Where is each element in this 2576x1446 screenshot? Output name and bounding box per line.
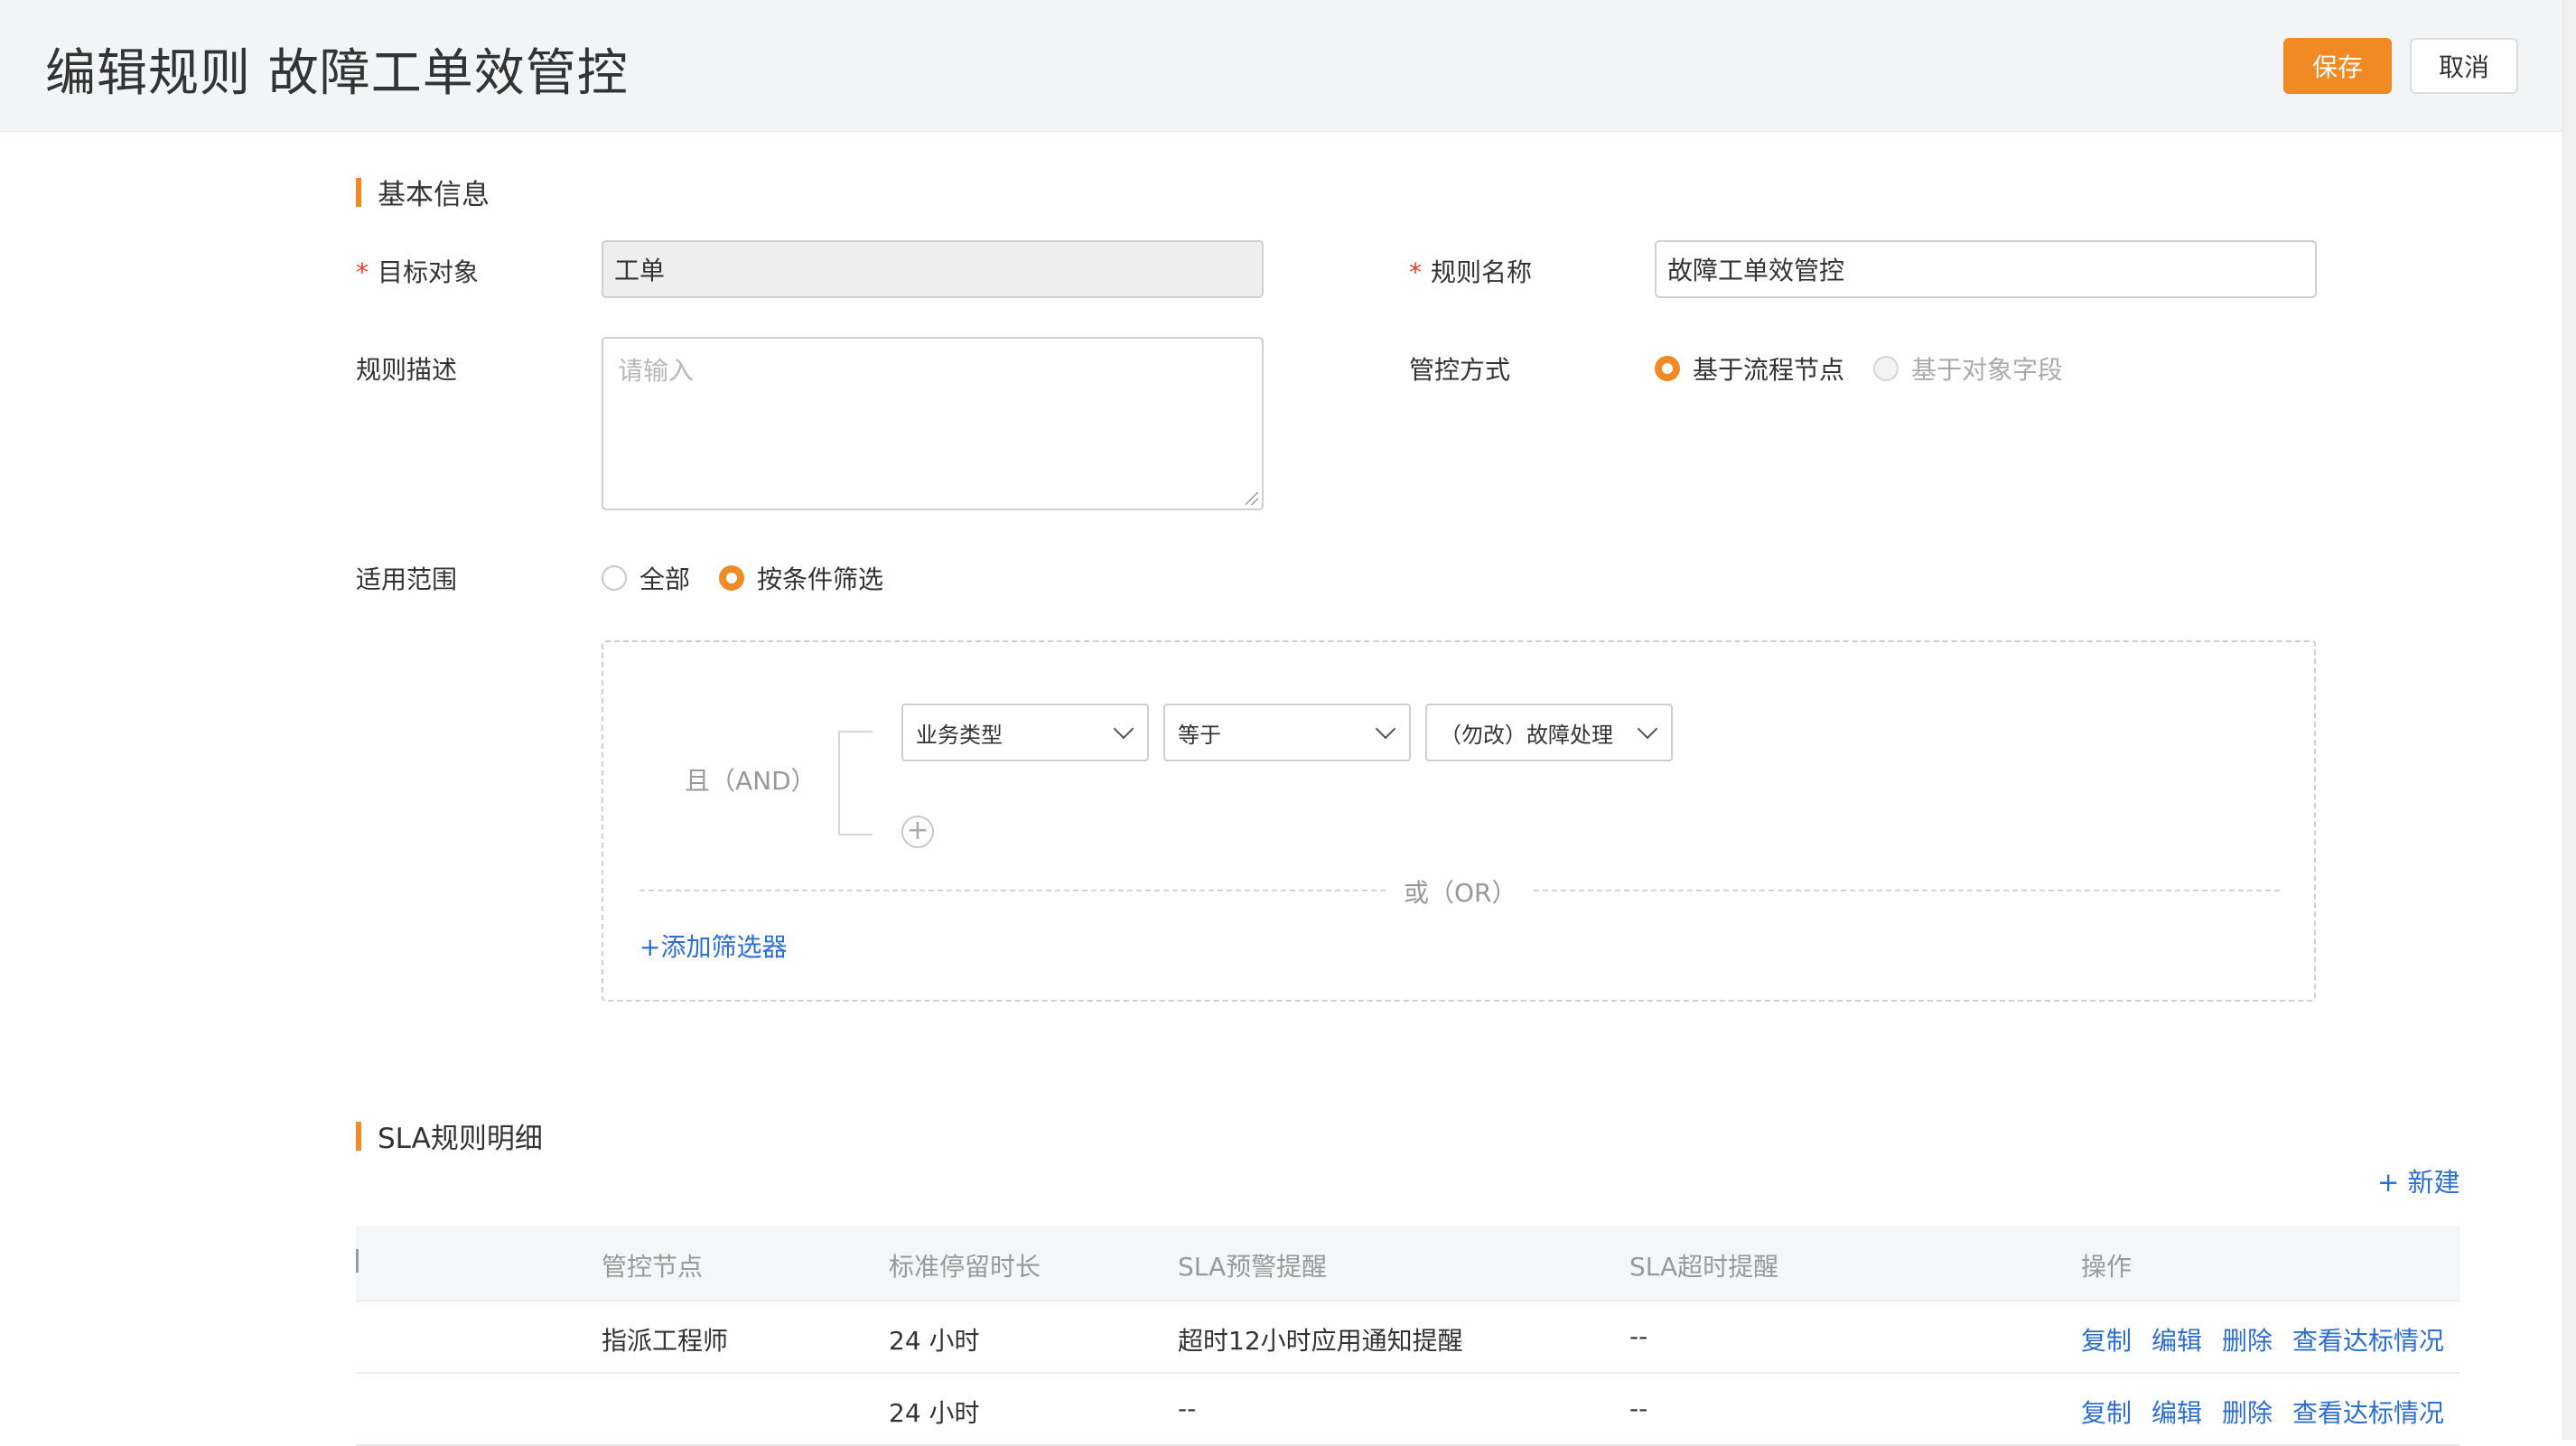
- or-divider-left: [639, 890, 1386, 891]
- column-header-warn: SLA预警提醒: [1178, 1252, 1328, 1282]
- column-header-timeout: SLA超时提醒: [1629, 1252, 1779, 1282]
- target-object-label-text: 目标对象: [378, 257, 480, 287]
- view-compliance-link[interactable]: 查看达标情况: [2292, 1394, 2444, 1430]
- add-filter-link[interactable]: +添加筛选器: [639, 928, 787, 964]
- required-mark: *: [1409, 257, 1422, 287]
- radio-unchecked-icon: [602, 565, 627, 591]
- cell-timeout: --: [1629, 1321, 1648, 1351]
- condition-field-select[interactable]: 业务类型: [901, 704, 1149, 761]
- rule-desc-placeholder: 请输入: [618, 356, 695, 386]
- vertical-scrollbar[interactable]: [2562, 0, 2576, 1440]
- chevron-down-icon: [1637, 718, 1658, 740]
- cell-warn: --: [1178, 1394, 1197, 1423]
- column-header-node: 管控节点: [602, 1252, 704, 1282]
- and-bracket: [838, 731, 873, 835]
- page-header: 编辑规则 故障工单效管控 保存 取消: [0, 0, 2576, 132]
- select-value: 业务类型: [916, 722, 1003, 748]
- control-mode-option-object-field[interactable]: 基于对象字段: [1873, 350, 2063, 387]
- resize-grip-icon[interactable]: [1246, 492, 1258, 505]
- view-compliance-link[interactable]: 查看达标情况: [2292, 1321, 2444, 1357]
- row-actions: 复制 编辑 删除 查看达标情况: [2081, 1394, 2464, 1430]
- scope-radio-group: 全部 按条件筛选: [602, 560, 912, 596]
- target-object-field: 工单: [602, 240, 1264, 298]
- scope-label: 适用范围: [356, 564, 458, 594]
- column-header-duration: 标准停留时长: [889, 1252, 1041, 1282]
- rule-name-label-text: 规则名称: [1431, 257, 1533, 287]
- radio-label: 基于流程节点: [1693, 355, 1845, 385]
- new-rule-button[interactable]: + 新建: [2377, 1161, 2460, 1199]
- column-edge-mark: [356, 1249, 359, 1273]
- table-row: 24 小时 -- -- 复制 编辑 删除 查看达标情况: [356, 1372, 2460, 1446]
- sla-title-text: SLA规则明细: [378, 1123, 543, 1155]
- delete-link[interactable]: 删除: [2222, 1321, 2273, 1357]
- edit-link[interactable]: 编辑: [2151, 1394, 2202, 1430]
- or-divider-right: [1534, 890, 2280, 891]
- control-mode-radio-group: 基于流程节点 基于对象字段: [1655, 350, 2092, 387]
- radio-label: 全部: [639, 564, 691, 594]
- rule-name-label: * 规则名称: [1409, 253, 1532, 289]
- select-value: 等于: [1178, 722, 1221, 748]
- rule-desc-label: 规则描述: [356, 355, 458, 385]
- or-label: 或（OR）: [1404, 878, 1517, 908]
- scope-option-filter[interactable]: 按条件筛选: [719, 560, 883, 596]
- radio-checked-icon: [1655, 356, 1680, 381]
- radio-label: 按条件筛选: [757, 564, 884, 594]
- cell-warn: 超时12小时应用通知提醒: [1178, 1326, 1463, 1356]
- basic-info-title-text: 基本信息: [378, 179, 490, 211]
- column-header-actions: 操作: [2081, 1252, 2133, 1282]
- copy-link[interactable]: 复制: [2081, 1394, 2132, 1430]
- radio-unchecked-icon: [1873, 356, 1899, 381]
- control-mode-label: 管控方式: [1409, 355, 1511, 385]
- and-label: 且（AND）: [685, 766, 817, 796]
- chevron-down-icon: [1375, 718, 1396, 740]
- row-actions: 复制 编辑 删除 查看达标情况: [2081, 1321, 2464, 1357]
- required-mark: *: [356, 257, 369, 287]
- radio-label: 基于对象字段: [1911, 355, 2064, 385]
- cell-duration: 24 小时: [889, 1398, 980, 1428]
- cell-timeout: --: [1629, 1394, 1648, 1423]
- sla-section-title: SLA规则明细: [356, 1115, 543, 1156]
- rule-name-input[interactable]: 故障工单效管控: [1655, 240, 2317, 298]
- table-row: 指派工程师 24 小时 超时12小时应用通知提醒 -- 复制 编辑 删除 查看达…: [356, 1300, 2460, 1374]
- condition-value-select[interactable]: （勿改）故障处理: [1425, 704, 1673, 761]
- cancel-button[interactable]: 取消: [2410, 38, 2518, 94]
- target-object-label: * 目标对象: [356, 253, 479, 289]
- filter-condition-box: 且（AND） 业务类型 等于 （勿改）故障处理 + 或（OR） +添加筛选器: [602, 640, 2316, 1002]
- edit-link[interactable]: 编辑: [2151, 1321, 2202, 1357]
- table-header: 管控节点 标准停留时长 SLA预警提醒 SLA超时提醒 操作: [356, 1226, 2460, 1301]
- section-accent-bar: [356, 1121, 361, 1151]
- control-mode-option-process-node[interactable]: 基于流程节点: [1655, 350, 1844, 387]
- rule-desc-textarea[interactable]: 请输入: [602, 337, 1264, 510]
- radio-checked-icon: [719, 565, 745, 591]
- condition-operator-select[interactable]: 等于: [1163, 704, 1411, 761]
- chevron-down-icon: [1113, 718, 1134, 740]
- copy-link[interactable]: 复制: [2081, 1321, 2132, 1357]
- basic-info-section-title: 基本信息: [356, 172, 490, 212]
- section-accent-bar: [356, 177, 361, 207]
- add-condition-plus-icon[interactable]: +: [901, 816, 934, 848]
- cell-node: 指派工程师: [602, 1326, 729, 1356]
- select-value: （勿改）故障处理: [1440, 722, 1613, 748]
- save-button[interactable]: 保存: [2283, 38, 2392, 94]
- cell-duration: 24 小时: [889, 1326, 980, 1356]
- scope-option-all[interactable]: 全部: [602, 560, 690, 596]
- delete-link[interactable]: 删除: [2222, 1394, 2273, 1430]
- page-title: 编辑规则 故障工单效管控: [45, 44, 629, 103]
